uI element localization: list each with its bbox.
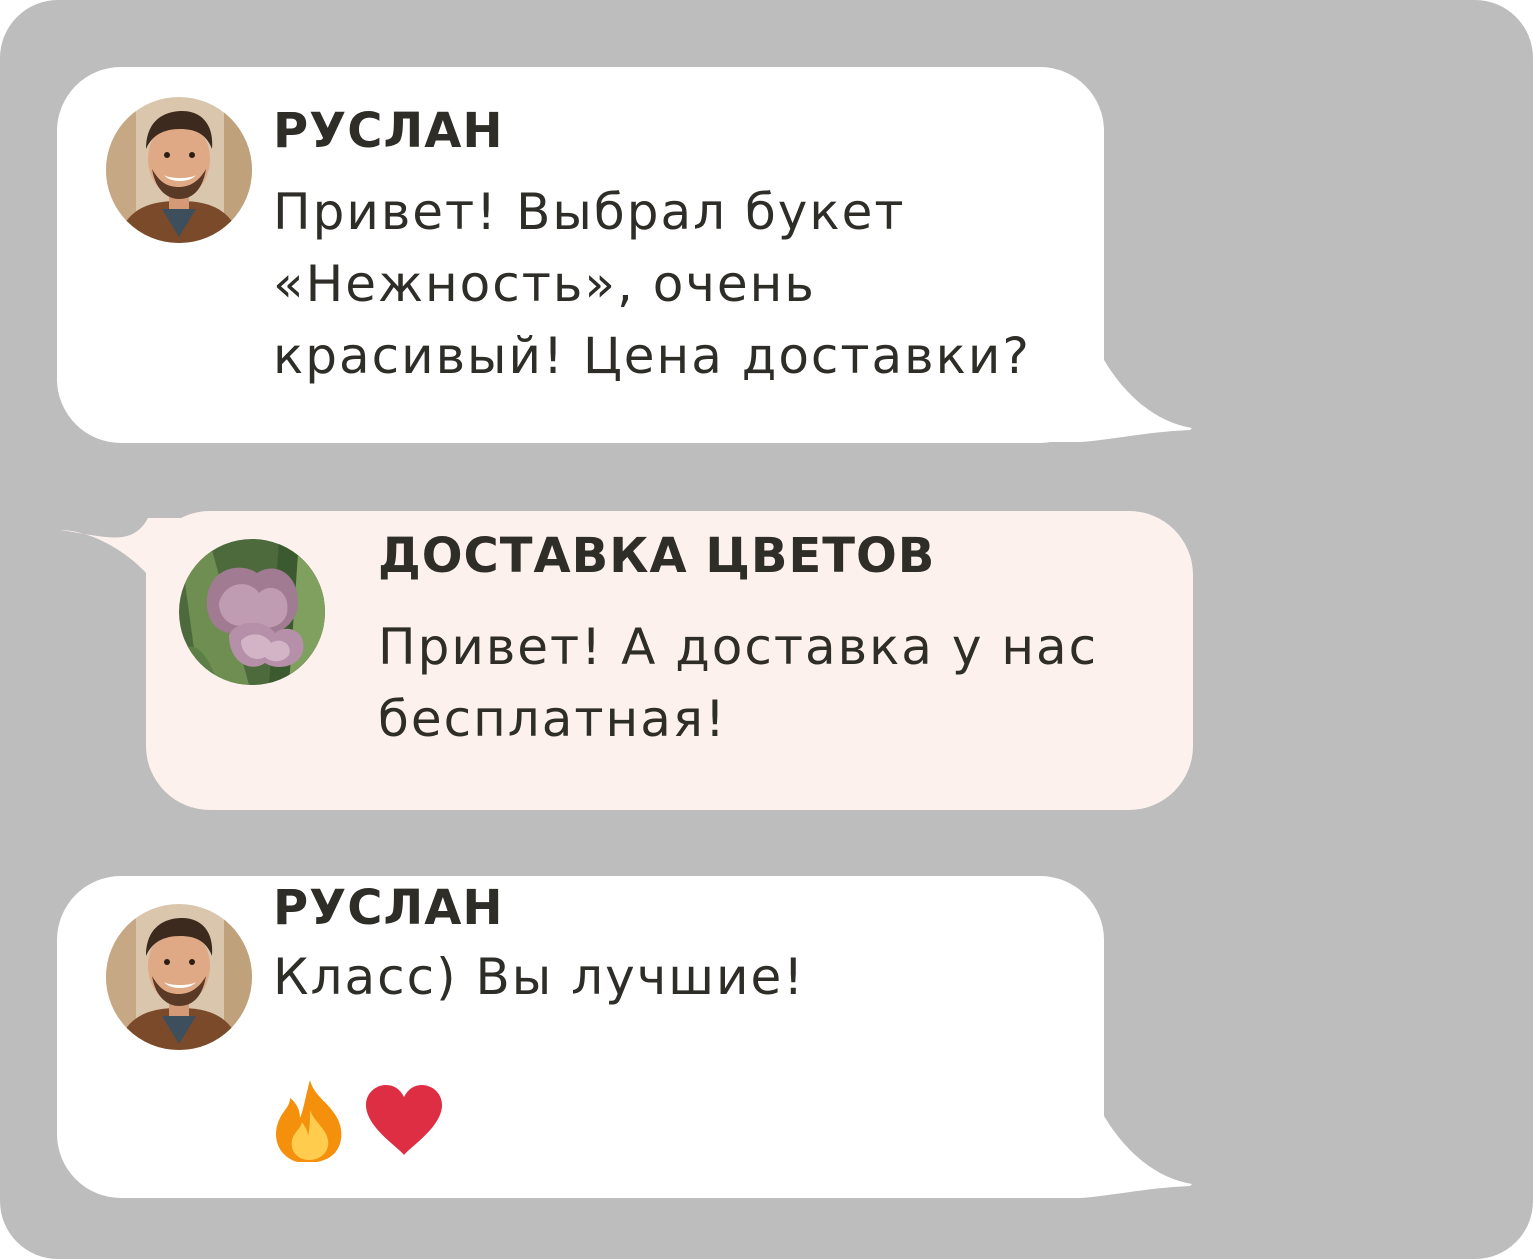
sender-name: ДОСТАВКА ЦВЕТОВ: [378, 528, 936, 584]
heart-emoji-icon: [366, 1085, 442, 1155]
avatar[interactable]: [106, 97, 252, 243]
fire-emoji-icon: [276, 1080, 342, 1162]
message-text: Класс) Вы лучшие!: [273, 948, 806, 1006]
man-portrait-avatar-icon: [106, 97, 252, 243]
message-text: Привет! Выбрал букет «Нежность», очень к…: [273, 183, 1031, 385]
tulip-flowers-avatar-icon: [179, 539, 325, 685]
avatar[interactable]: [179, 539, 325, 685]
sender-name: РУСЛАН: [273, 103, 504, 159]
avatar[interactable]: [106, 904, 252, 1050]
message-text: Привет! А доставка у нас бесплатная!: [378, 618, 1099, 748]
chat-screen: РУСЛАН Привет! Выбрал букет «Нежность», …: [0, 0, 1533, 1259]
man-portrait-avatar-icon: [106, 904, 252, 1050]
sender-name: РУСЛАН: [273, 880, 504, 936]
emoji-reactions: [270, 1078, 444, 1162]
